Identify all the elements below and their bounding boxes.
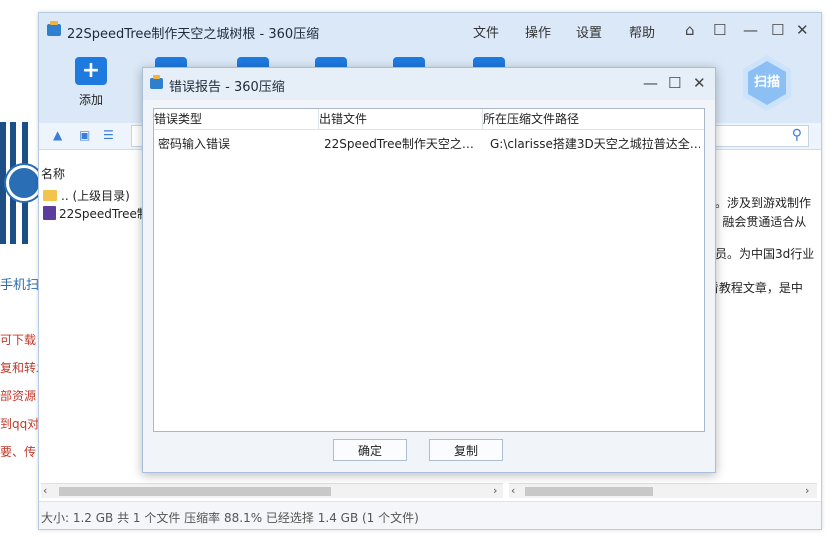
desc-line-1: 程。涉及到游戏制作 [703, 196, 812, 210]
dialog-maximize-button[interactable]: ☐ [668, 74, 681, 92]
app-logo-icon [47, 21, 61, 36]
feedback-icon[interactable]: ☐ [713, 21, 726, 39]
menu-help[interactable]: 帮助 [629, 22, 655, 41]
list-item[interactable]: .. (上级目录) [43, 187, 130, 205]
error-table: 错误类型 出错文件 所在压缩文件路径 密码输入错误 22SpeedTree制作天… [153, 108, 705, 432]
folder-icon [43, 190, 57, 201]
scroll-left-arrow-icon[interactable]: ‹ [511, 484, 515, 497]
scroll-thumb[interactable] [525, 487, 653, 496]
add-label: 添加 [78, 93, 103, 107]
add-button[interactable]: 添加 [71, 57, 111, 117]
dialog-minimize-button[interactable]: — [643, 74, 658, 92]
scroll-left-arrow-icon[interactable]: ‹ [43, 484, 47, 497]
title-bar[interactable]: 22SpeedTree制作天空之城树根 - 360压缩 文件 操作 设置 帮助 … [39, 13, 821, 47]
desc-line-2: a，融会贯通适合从 [703, 215, 807, 229]
menu-settings[interactable]: 设置 [576, 22, 602, 41]
close-button[interactable]: ✕ [796, 21, 809, 39]
search-icon[interactable]: ⚲ [792, 127, 802, 143]
scan-label: 扫描 [748, 61, 786, 105]
column-archive-path[interactable]: 所在压缩文件路径 [482, 109, 704, 130]
desc-line-3: 会员。为中国3d行业 [703, 247, 815, 261]
status-text: 大小: 1.2 GB 共 1 个文件 压缩率 88.1% 已经选择 1.4 GB… [41, 511, 419, 525]
minimize-button[interactable]: — [743, 21, 758, 39]
bg-line-5: 到qq对 [0, 417, 40, 431]
list-item-label: .. (上级目录) [61, 189, 130, 203]
thumbnail-view-icon[interactable]: ▣ [79, 128, 90, 142]
scan-button[interactable]: 扫描 [743, 55, 791, 111]
bg-line-6: 要、传 [0, 445, 37, 459]
scroll-right-arrow-icon[interactable]: › [805, 484, 809, 497]
list-item-label: 22SpeedTree制 [59, 207, 149, 221]
skin-icon[interactable]: ⌂ [685, 21, 695, 39]
copy-button[interactable]: 复制 [429, 439, 503, 461]
app-logo-icon [150, 75, 163, 89]
error-type-cell[interactable]: 密码输入错误 [158, 135, 314, 153]
dialog-close-button[interactable]: ✕ [693, 74, 706, 92]
column-name-header[interactable]: 名称 [41, 165, 65, 182]
list-view-icon[interactable]: ☰ [103, 128, 114, 142]
up-arrow-icon[interactable]: ▲ [53, 128, 62, 142]
bg-line-1: 手机扫 [0, 278, 40, 293]
add-icon [75, 57, 107, 85]
column-error-file[interactable]: 出错文件 [318, 109, 483, 130]
left-horizontal-scrollbar[interactable]: ‹ › [41, 483, 503, 498]
scroll-right-arrow-icon[interactable]: › [493, 484, 497, 497]
menu-operate[interactable]: 操作 [525, 22, 551, 41]
right-horizontal-scrollbar[interactable]: ‹ › [509, 483, 817, 498]
scroll-thumb[interactable] [59, 487, 331, 496]
menu-file[interactable]: 文件 [473, 22, 499, 41]
dialog-title: 错误报告 - 360压缩 [169, 80, 285, 95]
list-item[interactable]: 22SpeedTree制 [43, 205, 149, 223]
bg-line-4: 部资源 [0, 389, 37, 403]
error-report-dialog: 错误报告 - 360压缩 — ☐ ✕ 错误类型 出错文件 所在压缩文件路径 密码… [142, 67, 716, 473]
error-file-cell[interactable]: 22SpeedTree制作天空之… [324, 135, 480, 153]
ok-button[interactable]: 确定 [333, 439, 407, 461]
archive-file-icon [43, 206, 56, 220]
desc-line-4: ,看教程文章，是中 [703, 281, 803, 295]
status-bar: 大小: 1.2 GB 共 1 个文件 压缩率 88.1% 已经选择 1.4 GB… [39, 501, 821, 529]
dialog-title-bar[interactable]: 错误报告 - 360压缩 — ☐ ✕ [143, 68, 715, 100]
window-title: 22SpeedTree制作天空之城树根 - 360压缩 [67, 27, 320, 42]
archive-path-cell[interactable]: G:\clarisse搭建3D天空之城拉普达全… [490, 135, 700, 153]
background-webpage: 手机扫 可下载 复和转发 部资源 到qq对 要、传 [0, 0, 48, 537]
column-error-type[interactable]: 错误类型 [154, 109, 318, 130]
qr-logo-icon [6, 165, 42, 201]
bg-line-2: 可下载 [0, 333, 37, 347]
maximize-button[interactable]: ☐ [771, 21, 784, 39]
